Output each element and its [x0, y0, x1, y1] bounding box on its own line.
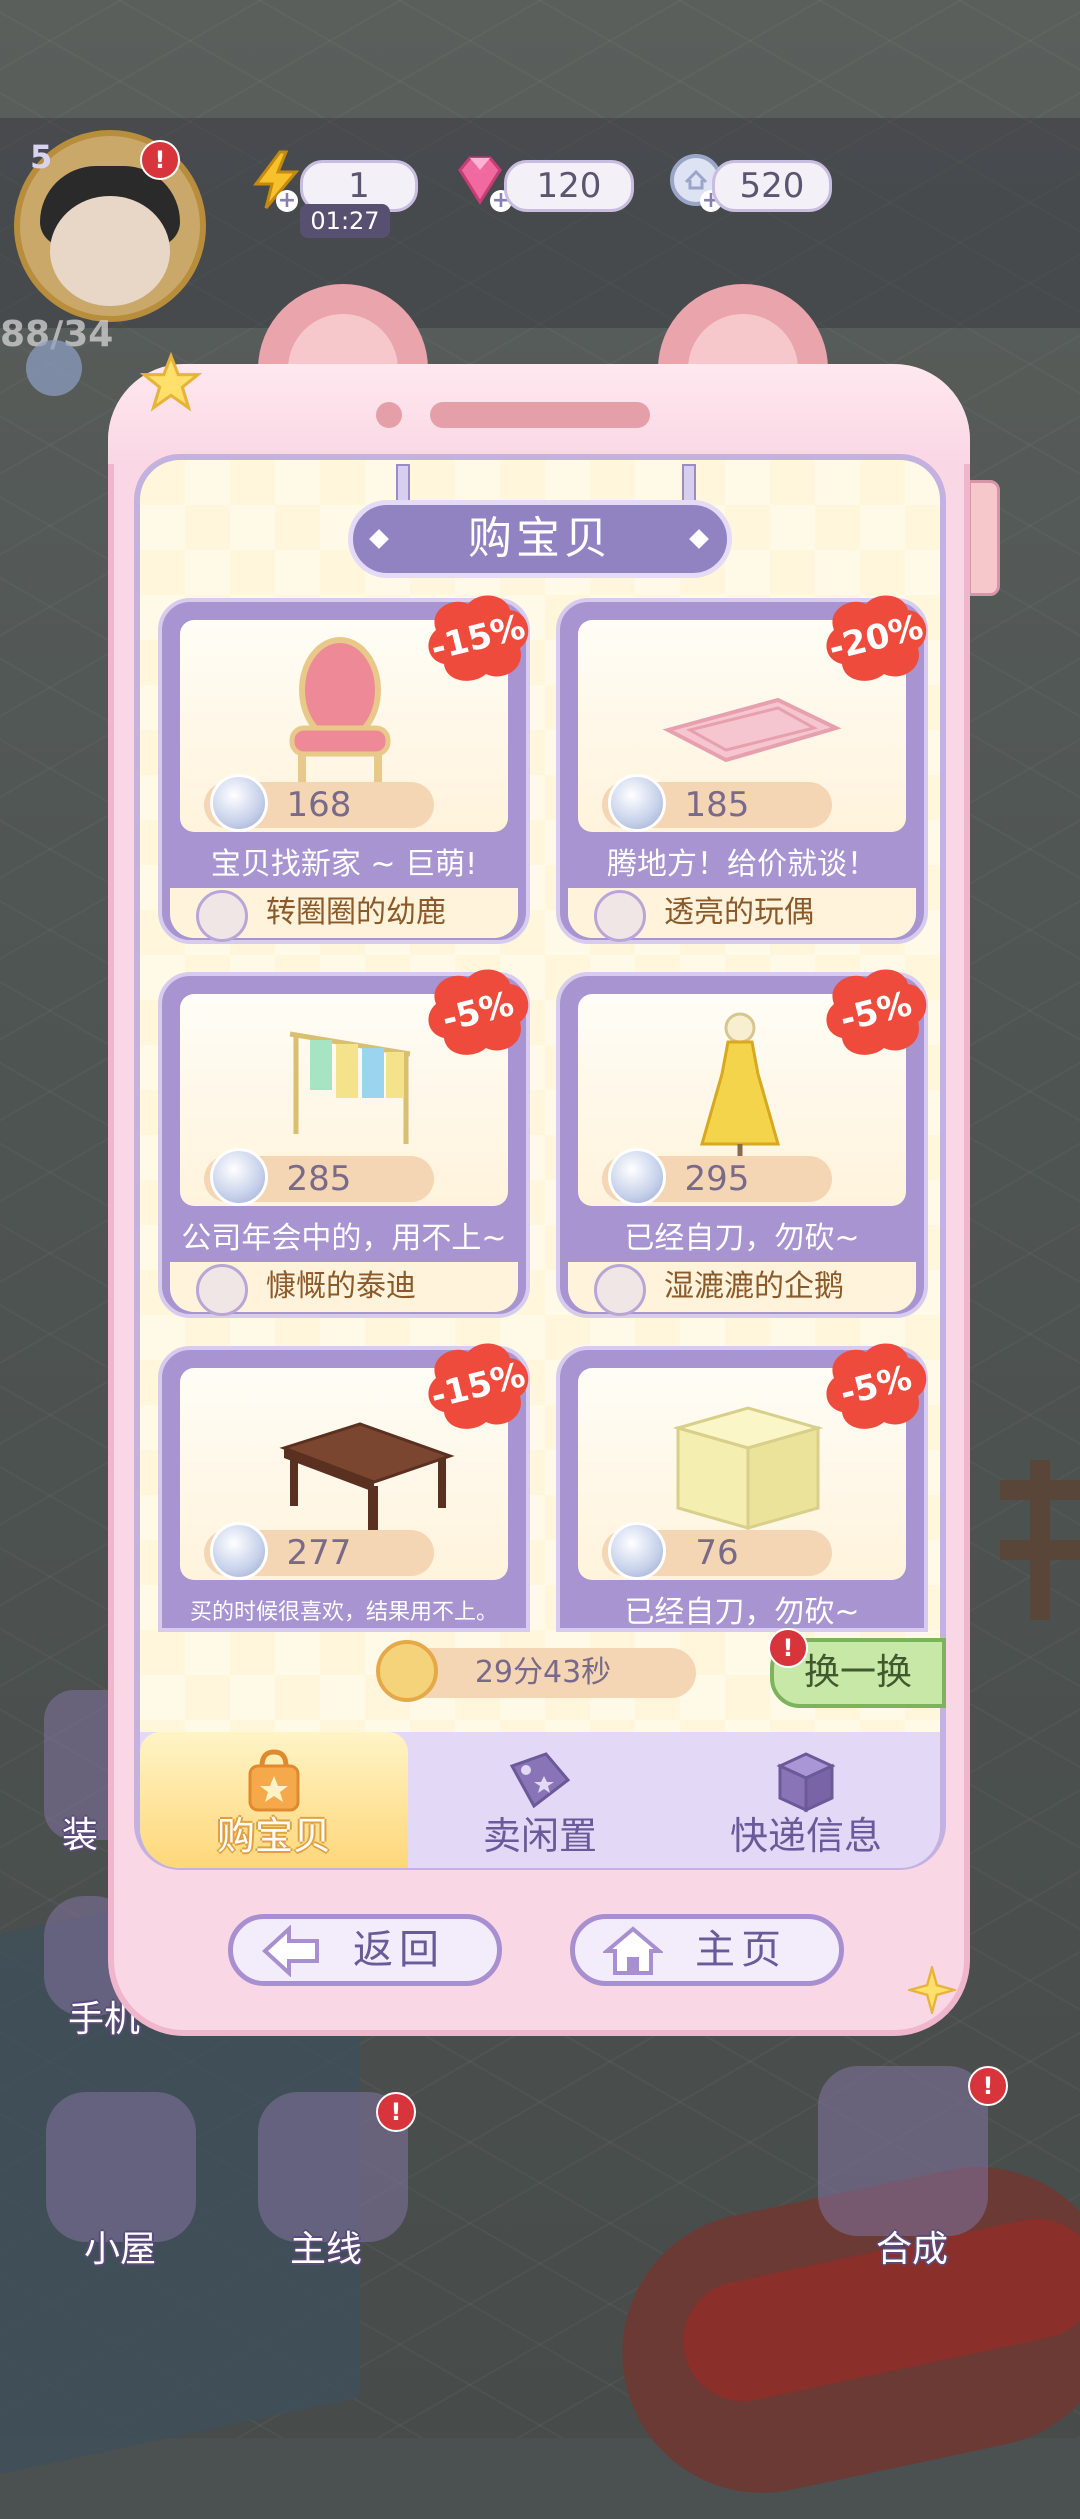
- decor-nav-label: 装: [62, 1815, 99, 1856]
- discount-badge: -5%: [820, 1338, 932, 1434]
- item-description: 公司年会中的，用不上~: [181, 1221, 507, 1256]
- discount-badge: -15%: [422, 590, 534, 686]
- price-coin-icon: [608, 1148, 666, 1206]
- energy-timer: 01:27: [300, 204, 390, 238]
- tab-buy[interactable]: 购宝贝: [140, 1732, 408, 1868]
- price-coin-icon: [608, 1522, 666, 1580]
- home-button[interactable]: 主页: [570, 1914, 844, 1986]
- seller-avatar: [594, 890, 646, 942]
- phone-speaker: [430, 402, 650, 428]
- discount-badge: -5%: [820, 964, 932, 1060]
- merge-alert-icon: !: [968, 2066, 1008, 2106]
- phone-camera: [376, 402, 402, 428]
- tab-delivery-label: 快递信息: [729, 1814, 882, 1858]
- price-coin-icon: [608, 774, 666, 832]
- seller-avatar: [196, 890, 248, 942]
- discount-badge: -5%: [422, 964, 534, 1060]
- home-button-label: 主页: [695, 1927, 787, 1973]
- main-story-nav-label: 主线: [290, 2229, 363, 2270]
- item-description: 宝贝找新家 ~ 巨萌!: [210, 847, 478, 882]
- swap-alert-icon: !: [768, 1628, 808, 1668]
- seller-avatar: [196, 1264, 248, 1316]
- coin-counter: 520: [712, 160, 832, 212]
- price-coin-icon: [210, 1522, 268, 1580]
- item-description: 已经自刀，勿砍~: [624, 1221, 860, 1256]
- seller-avatar: [594, 1264, 646, 1316]
- gem-counter: 120: [504, 160, 634, 212]
- player-level: 5: [30, 138, 53, 176]
- tab-buy-label: 购宝贝: [216, 1814, 331, 1858]
- item-description: 买的时候很喜欢，结果用不上。: [189, 1600, 498, 1625]
- item-description: 腾地方！给价就谈！: [607, 847, 877, 882]
- tab-sell-label: 卖闲置: [482, 1814, 597, 1858]
- back-arrow-icon: [262, 1925, 319, 1977]
- price-coin-icon: [210, 1148, 268, 1206]
- energy-plus-icon[interactable]: +: [276, 190, 298, 212]
- back-button-label: 返回: [353, 1927, 445, 1973]
- avatar-alert-icon: !: [140, 140, 180, 180]
- discount-badge: -15%: [422, 1338, 534, 1434]
- home-icon: [603, 1926, 663, 1975]
- price-coin-icon: [210, 774, 268, 832]
- alarm-clock-icon: [376, 1640, 438, 1702]
- background-fence: [1000, 1460, 1080, 1620]
- sparkle-decoration-icon: [908, 1966, 956, 2014]
- tab-delivery[interactable]: 快递信息: [672, 1732, 940, 1868]
- mail-icon[interactable]: [26, 340, 82, 396]
- star-decoration-icon: [140, 352, 202, 412]
- page-title: 购宝贝: [348, 500, 732, 578]
- tab-sell[interactable]: 卖闲置: [408, 1732, 672, 1868]
- back-button[interactable]: 返回: [228, 1914, 502, 1986]
- discount-badge: -20%: [820, 590, 932, 686]
- phone-side-button: [968, 480, 1000, 596]
- item-description: 已经自刀，勿砍~: [624, 1595, 860, 1630]
- house-nav-label: 小屋: [84, 2229, 157, 2270]
- merge-nav-icon[interactable]: [818, 2066, 988, 2236]
- merge-nav-label: 合成: [876, 2229, 949, 2270]
- main-story-alert-icon: !: [376, 2092, 416, 2132]
